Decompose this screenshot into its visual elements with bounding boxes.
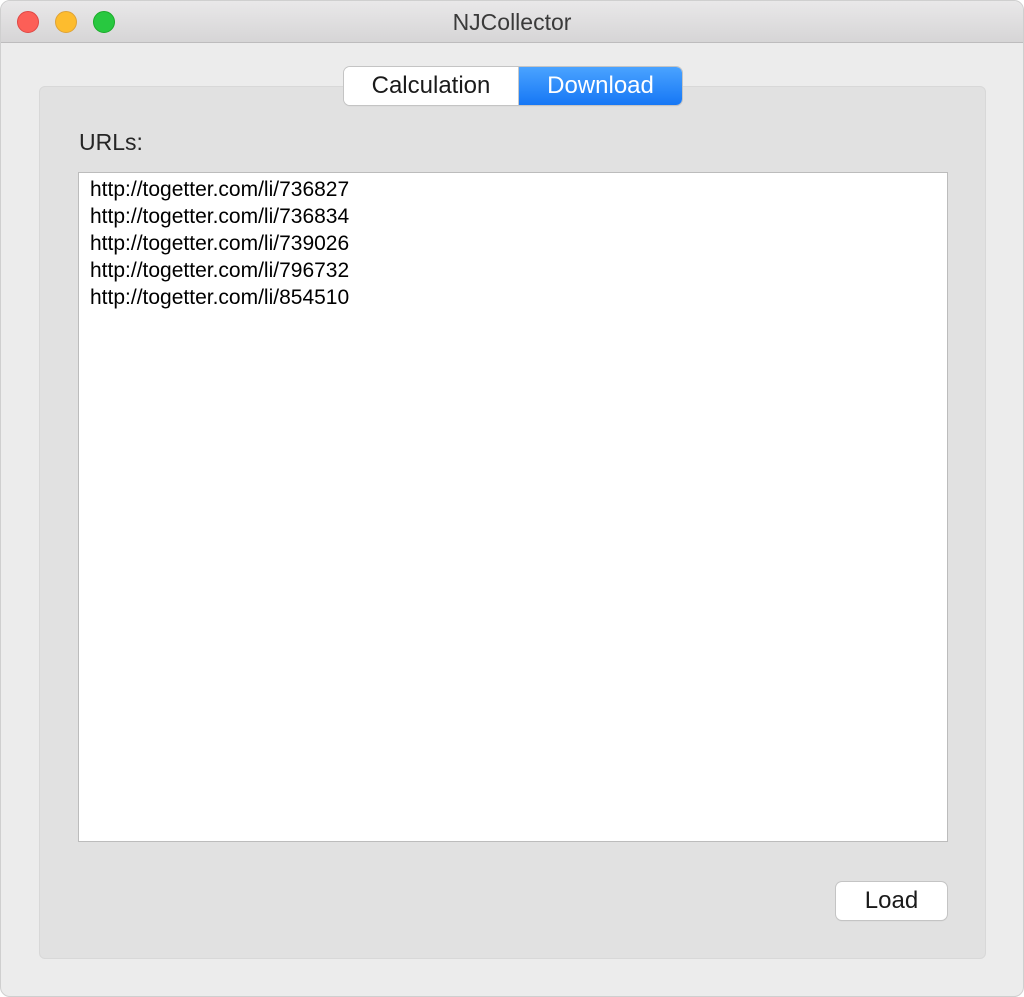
- url-line: http://togetter.com/li/736827: [90, 178, 350, 201]
- url-line: http://togetter.com/li/736834: [90, 205, 350, 228]
- urls-text-area[interactable]: http://togetter.com/li/736827 http://tog…: [78, 172, 948, 842]
- tab-download[interactable]: Download: [519, 67, 682, 105]
- tab-calculation[interactable]: Calculation: [344, 67, 519, 105]
- urls-label: URLs:: [79, 129, 143, 155]
- load-button[interactable]: Load: [836, 882, 947, 920]
- url-line: http://togetter.com/li/796732: [90, 259, 350, 282]
- url-line: http://togetter.com/li/854510: [90, 286, 350, 309]
- title-bar[interactable]: NJCollector: [1, 1, 1023, 43]
- tab-segmented-control: Calculation Download: [344, 67, 682, 105]
- url-line: http://togetter.com/li/739026: [90, 232, 350, 255]
- window-title: NJCollector: [452, 9, 572, 35]
- app-window: NJCollector Calculation Download URLs: h…: [0, 0, 1024, 997]
